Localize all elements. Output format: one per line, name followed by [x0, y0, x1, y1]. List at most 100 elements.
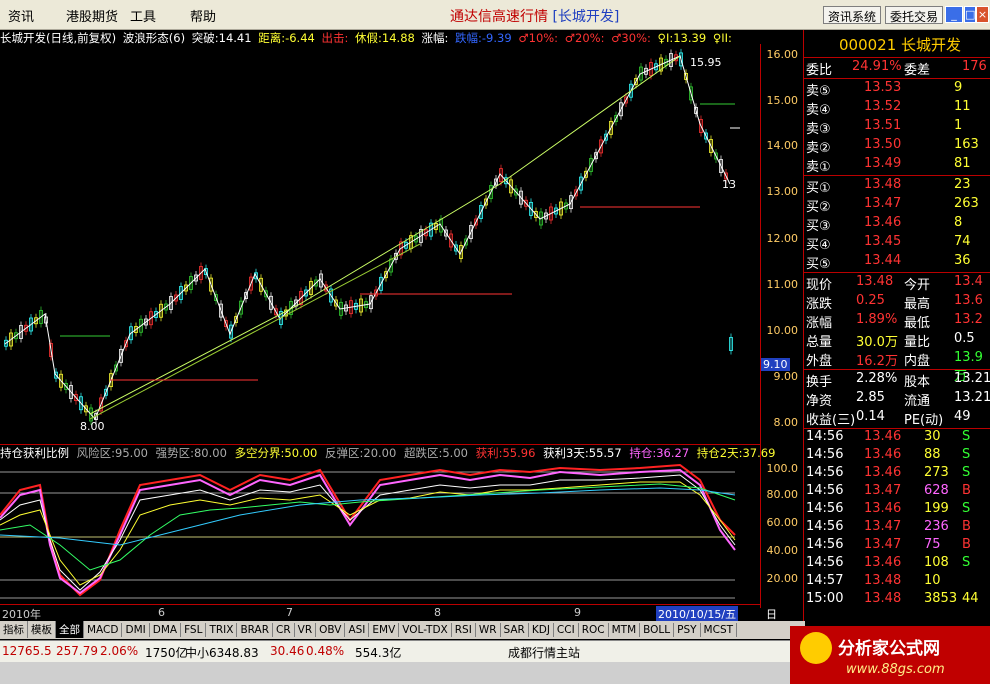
tab-macd[interactable]: MACD [84, 623, 123, 637]
price-tick: 8.00 [773, 416, 799, 429]
minimize-button[interactable]: _ [945, 6, 963, 23]
bid-row-cell: 买③ [806, 219, 831, 234]
tab-cr[interactable]: CR [273, 623, 295, 637]
price-tick: 14.00 [766, 139, 799, 152]
tab-mcst[interactable]: MCST [701, 623, 738, 637]
tab-cci[interactable]: CCI [554, 623, 579, 637]
tick-row-cell: 14:56 [806, 483, 844, 498]
month-label: 7 [286, 606, 293, 619]
menu-news[interactable]: 资讯 [8, 6, 34, 25]
distance-value: 距离:-6.44 [258, 31, 315, 45]
candlestick-chart[interactable]: 8.00 15.95 13 [0, 44, 760, 444]
tick-row-cell: S [962, 465, 971, 480]
tick-row-cell: 14:56 [806, 465, 844, 480]
tab-kdj[interactable]: KDJ [529, 623, 554, 637]
stat-row-cell: 收益(三) [806, 413, 856, 428]
sme-amount: 554.3亿 [355, 646, 402, 660]
close-button[interactable]: × [976, 6, 989, 23]
server-name[interactable]: 成都行情主站 [508, 644, 580, 661]
quote-panel: 000021 长城开发 委比 24.91% 委差 176 卖⑤ 13.53 9 卖④ 13.52… [803, 30, 990, 621]
tab-trix[interactable]: TRIX [206, 623, 238, 637]
indicator-chart[interactable] [0, 460, 760, 604]
tick-row-cell: 13.47 [864, 519, 902, 534]
menu-hk-futures[interactable]: 港股期货 [66, 6, 118, 25]
ask-row-cell: 卖① [806, 160, 831, 175]
ask-row: 卖① 13.49 81 [804, 155, 990, 175]
tab-sar[interactable]: SAR [501, 623, 529, 637]
tab-asi[interactable]: ASI [345, 623, 370, 637]
ask-row-cell: 卖③ [806, 122, 831, 137]
maximize-button[interactable]: □ [964, 6, 976, 23]
bid-row-cell: 23 [954, 177, 971, 192]
tab-fsl[interactable]: FSL [181, 623, 207, 637]
logo-text: 分析家公式网 [838, 638, 940, 659]
tab-emv[interactable]: EMV [369, 623, 400, 637]
menu-tools[interactable]: 工具 [130, 6, 156, 25]
stat-row: 总量 30.0万 量比 0.5 [804, 330, 990, 350]
tick-row-cell: 199 [924, 501, 949, 516]
news-system-button[interactable]: 资讯系统 [823, 6, 882, 24]
tab-全部[interactable]: 全部 [56, 621, 84, 638]
tab-wr[interactable]: WR [476, 623, 501, 637]
month-label: 9 [574, 606, 581, 619]
oversold-zone: 超跌区:5.00 [403, 446, 468, 460]
ind-tick: 100.0 [766, 462, 799, 475]
tab-roc[interactable]: ROC [579, 623, 609, 637]
menu-help[interactable]: 帮助 [190, 6, 216, 25]
year-label: 2010年 [2, 608, 41, 621]
bid-row-cell: 买④ [806, 238, 831, 253]
tab-vol-tdx[interactable]: VOL-TDX [399, 623, 452, 637]
tab-brar[interactable]: BRAR [237, 623, 273, 637]
sme-change: 30.46 [270, 644, 305, 658]
ind-tick: 60.00 [766, 516, 799, 529]
stock-period-label: 长城开发(日线,前复权) [0, 31, 117, 45]
p20-value: ♂20%: [564, 31, 605, 45]
stat-row-cell: 13.21 [954, 390, 990, 405]
ask-row-cell: 卖④ [806, 103, 831, 118]
tab-指标[interactable]: 指标 [0, 621, 28, 638]
tick-row: 14:57 13.48 10 [804, 572, 990, 591]
wave1-value: ♀I:13.39 [657, 31, 707, 45]
tab-boll[interactable]: BOLL [640, 623, 675, 637]
tab-模板[interactable]: 模板 [28, 621, 56, 638]
bid-row: 买② 13.47 263 [804, 195, 990, 215]
tick-row-cell: 75 [924, 537, 941, 552]
bid-row-cell: 74 [954, 234, 971, 249]
stat-row-cell: 0.5 [954, 331, 975, 346]
tick-row-cell: S [962, 447, 971, 462]
date-axis: 2010年 6 7 8 9 2010/10/15/五 日线 [0, 604, 777, 637]
weibi-row-cell: 委比 [806, 63, 833, 78]
stat-row-cell: 2.85 [856, 390, 885, 405]
tab-dma[interactable]: DMA [150, 623, 182, 637]
stat-row-cell: 2.28% [856, 371, 898, 386]
tab-psy[interactable]: PSY [674, 623, 701, 637]
ask-row-cell: 81 [954, 156, 971, 171]
tab-vr[interactable]: VR [295, 623, 317, 637]
tab-mtm[interactable]: MTM [609, 623, 641, 637]
stat-row: 外盘 16.2万 内盘 13.9万 [804, 349, 990, 384]
tick-row-cell: 628 [924, 483, 949, 498]
stat-row-cell: PE(动) [904, 413, 944, 428]
tick-row-cell: 30 [924, 429, 941, 444]
tick-row-cell: B [962, 519, 971, 534]
tick-row: 14:56 13.46 108 S [804, 554, 990, 573]
stat-row: 现价 13.48 今开 13.4 [804, 273, 990, 293]
tab-obv[interactable]: OBV [316, 623, 346, 637]
indicator-title[interactable]: 持仓获利比例 [0, 446, 69, 460]
stat-row-cell: 最高 [904, 297, 931, 312]
ask-row-cell: 1 [954, 118, 963, 133]
index-change: 257.79 [56, 644, 98, 658]
stat-row-cell: 13.21 [954, 371, 990, 386]
trade-order-button[interactable]: 委托交易 [885, 6, 944, 24]
stat-row-cell: 最低 [904, 316, 931, 331]
tick-row-cell: 13.47 [864, 537, 902, 552]
tick-row-cell: 108 [924, 555, 949, 570]
bid-row-cell: 买② [806, 200, 831, 215]
tab-dmi[interactable]: DMI [122, 623, 150, 637]
p30-value: ♂30%: [611, 31, 651, 45]
bid-row-cell: 13.46 [864, 215, 902, 230]
price-tick: 16.00 [766, 48, 799, 61]
tab-rsi[interactable]: RSI [452, 623, 476, 637]
stat-row-cell: 涨幅 [806, 316, 833, 331]
stat-row: 净资 2.85 流通 13.21 [804, 389, 990, 409]
